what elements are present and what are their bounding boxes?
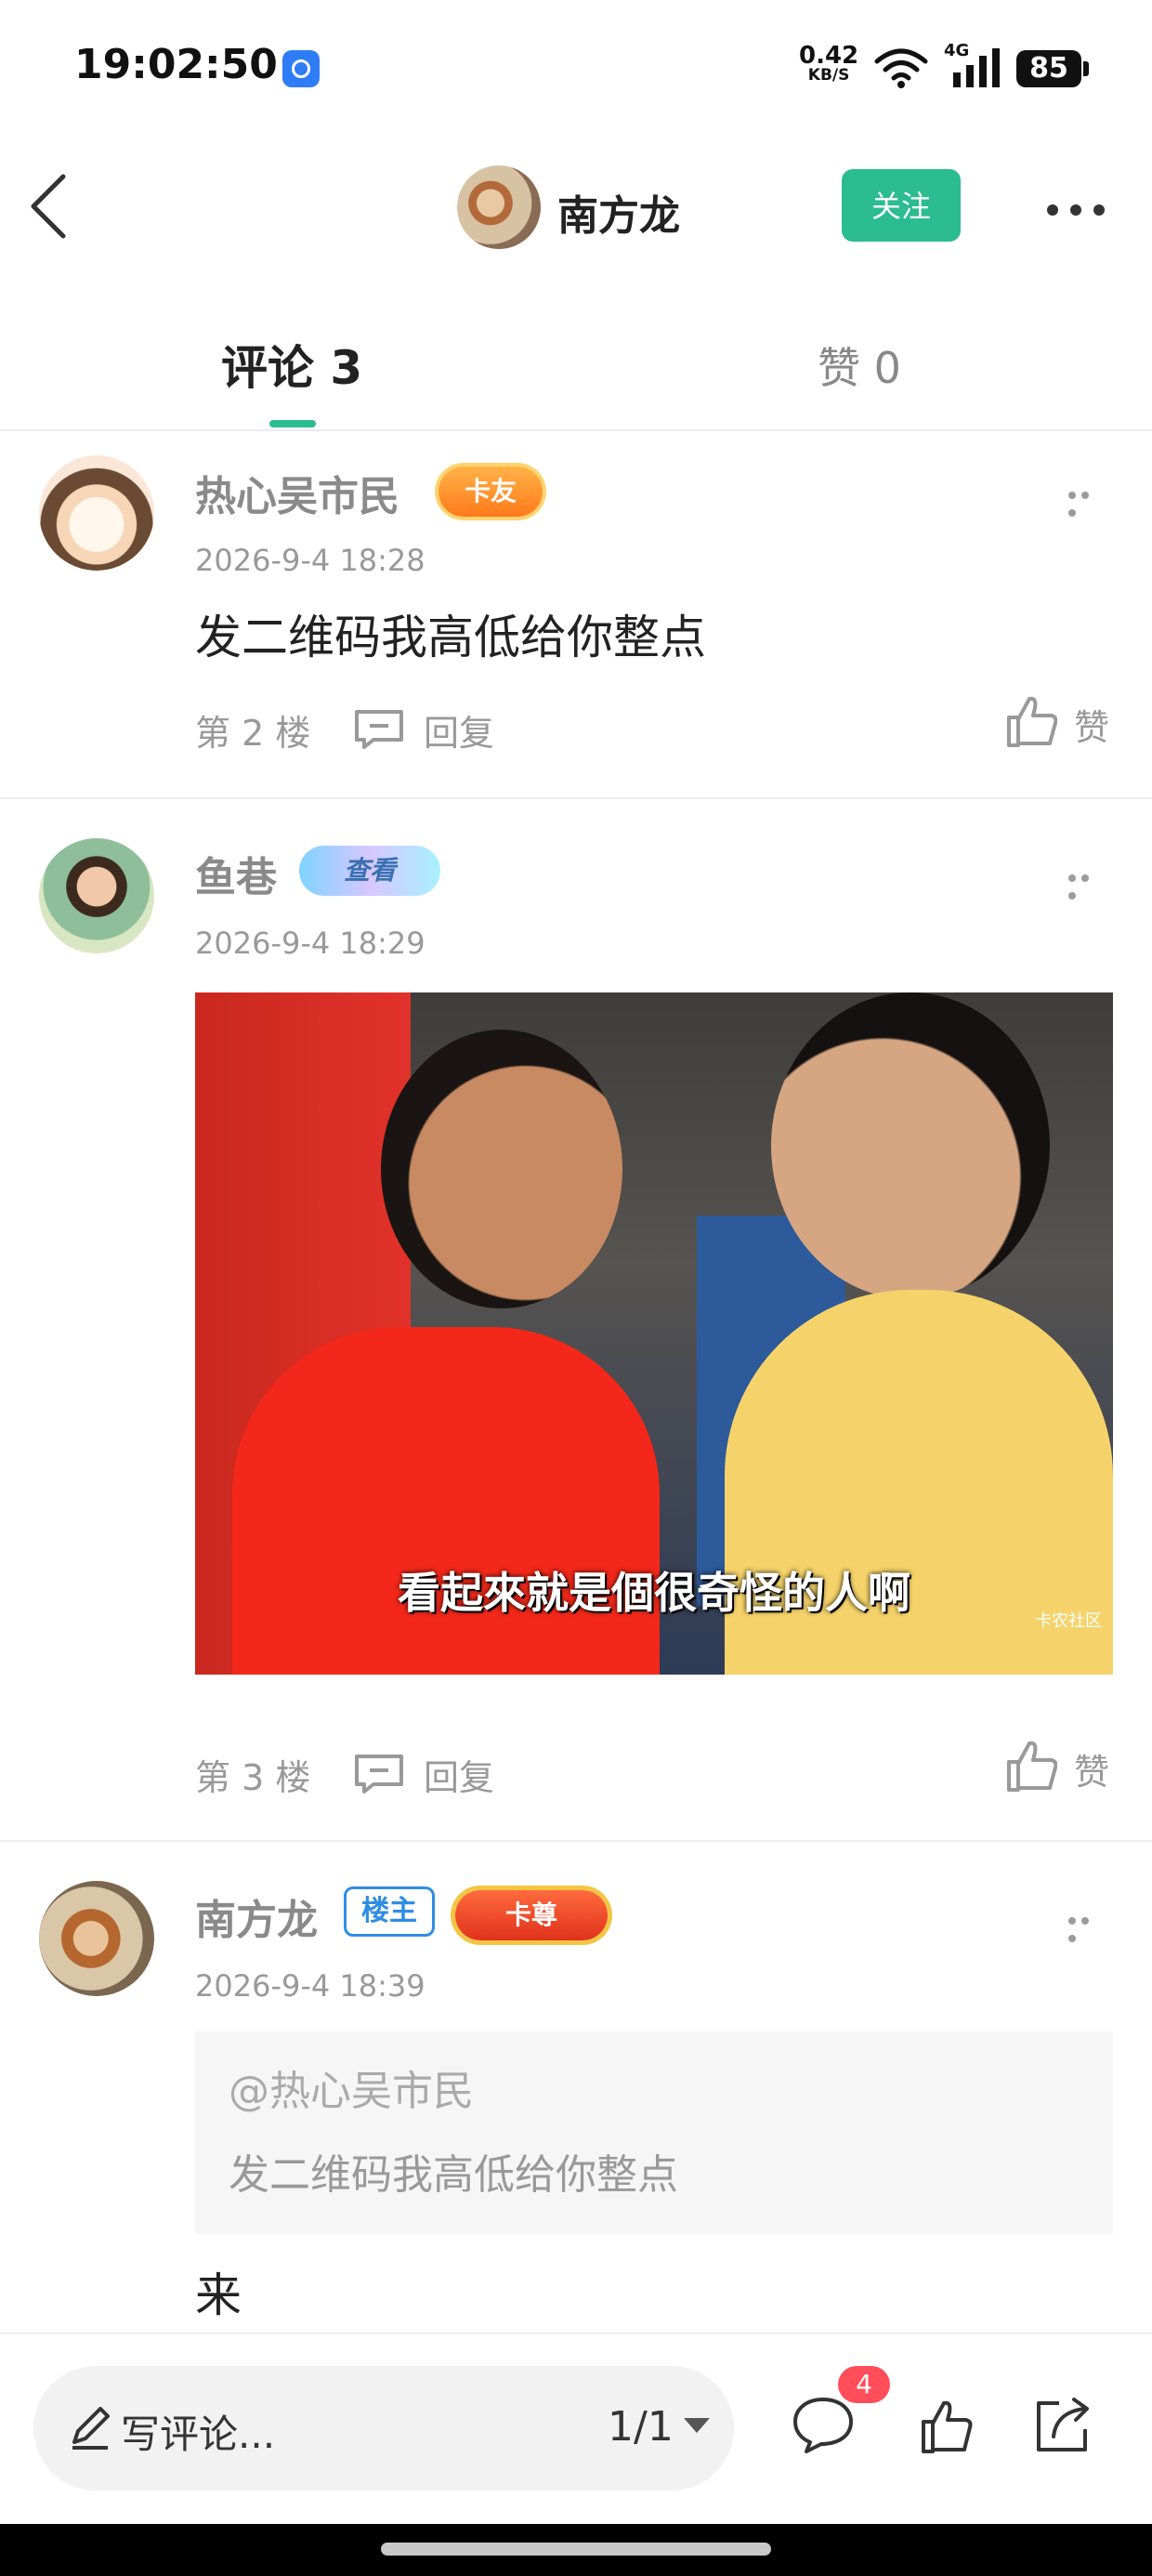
floor-number: 第 2 楼 — [195, 713, 311, 754]
image-caption: 看起來就是個很奇怪的人啊 — [398, 1568, 910, 1618]
comment-text: 来 — [195, 2268, 242, 2322]
thumbs-up-icon[interactable] — [920, 2398, 974, 2455]
owner-tag: 楼主 — [344, 1886, 435, 1937]
member-badge: 卡友 — [439, 467, 543, 517]
comment-time: 2026-9-4 18:28 — [195, 543, 425, 578]
header-avatar[interactable] — [457, 165, 541, 249]
comment-icon[interactable] — [790, 2394, 857, 2455]
home-indicator[interactable] — [381, 2543, 771, 2556]
like-icon[interactable] — [1005, 693, 1057, 749]
comment-more-button[interactable] — [1068, 868, 1106, 900]
header-author-name[interactable]: 南方龙 — [557, 182, 680, 242]
reply-icon[interactable] — [353, 1751, 405, 1795]
reply-icon[interactable] — [353, 706, 405, 751]
reply-button[interactable]: 回复 — [424, 704, 494, 756]
like-button[interactable]: 赞 — [1074, 1743, 1109, 1794]
floor-number: 第 3 楼 — [195, 1757, 311, 1798]
comment-author[interactable]: 鱼巷 — [195, 844, 277, 903]
share-icon[interactable] — [1031, 2396, 1093, 2457]
tabs-divider — [0, 429, 1152, 431]
active-tab-indicator — [269, 420, 316, 427]
comment-avatar[interactable] — [39, 455, 154, 571]
image-person-left-head — [381, 1030, 622, 1308]
back-button[interactable] — [28, 173, 69, 240]
bottom-bar-divider — [0, 2333, 1152, 2334]
page-indicator[interactable]: 1/1 — [608, 2403, 674, 2451]
comment-input-placeholder[interactable]: 写评论... — [121, 2403, 275, 2460]
comment-avatar[interactable] — [39, 838, 154, 953]
like-button[interactable]: 赞 — [1074, 699, 1109, 750]
network-speed: 0.42 KB/S — [799, 44, 858, 84]
more-options-button[interactable] — [1046, 203, 1106, 216]
comment-time: 2026-9-4 18:29 — [195, 926, 425, 961]
member-badge: 查看 — [299, 846, 440, 896]
comment-more-button[interactable] — [1068, 485, 1106, 517]
image-watermark: 卡农社区 — [1035, 1611, 1102, 1631]
comment-more-button[interactable] — [1068, 1911, 1106, 1942]
comment-author[interactable]: 南方龙 — [195, 1886, 318, 1946]
image-person-right-head — [771, 992, 1050, 1299]
follow-button[interactable]: 关注 — [842, 169, 961, 242]
signal-icon — [953, 48, 1000, 87]
comment-text: 发二维码我高低给你整点 — [195, 611, 706, 664]
battery-indicator: 85 — [1016, 50, 1089, 87]
comment-author[interactable]: 热心吴市民 — [195, 463, 399, 522]
comment-count-badge: 4 — [838, 2366, 890, 2403]
app-notification-icon — [282, 50, 320, 87]
quoted-text: 发二维码我高低给你整点 — [229, 2151, 678, 2199]
wifi-icon — [874, 48, 928, 88]
member-badge: 卡尊 — [455, 1890, 608, 1940]
pencil-icon — [72, 2407, 110, 2450]
tab-comments[interactable]: 评论 3 — [221, 331, 362, 398]
reply-button[interactable]: 回复 — [424, 1749, 494, 1800]
quoted-user[interactable]: @热心吴市民 — [229, 2057, 474, 2117]
comment-image[interactable]: 看起來就是個很奇怪的人啊 卡农社区 — [195, 992, 1113, 1675]
comment-divider — [0, 797, 1152, 799]
like-icon[interactable] — [1005, 1738, 1057, 1794]
triangle-down-icon[interactable] — [682, 2416, 712, 2435]
image-red-shirt — [232, 1327, 660, 1675]
comment-avatar[interactable] — [39, 1881, 154, 1996]
quoted-comment: @热心吴市民 发二维码我高低给你整点 — [195, 2031, 1113, 2234]
status-time: 19:02:50 — [74, 41, 278, 88]
tab-likes[interactable]: 赞 0 — [818, 335, 901, 396]
comment-time: 2026-9-4 18:39 — [195, 1968, 425, 2004]
more-horizontal-icon — [1047, 204, 1105, 216]
comment-divider — [0, 1840, 1152, 1842]
